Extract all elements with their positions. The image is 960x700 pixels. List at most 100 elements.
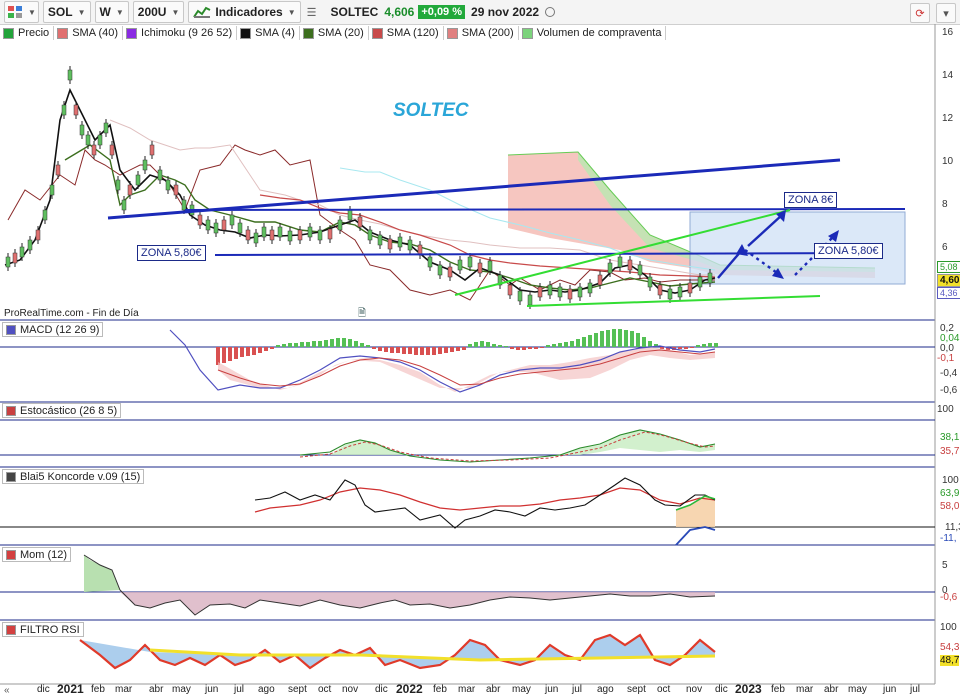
candle-body xyxy=(157,169,163,181)
time-axis-label: sept xyxy=(288,684,307,695)
macd-histogram-bar xyxy=(276,345,280,347)
candle-body xyxy=(197,214,203,226)
macd-histogram-bar xyxy=(564,342,568,347)
time-axis-label: dic xyxy=(715,684,728,695)
zone-label-left[interactable]: ZONA 5,80€ xyxy=(137,245,206,261)
candle-body xyxy=(627,259,633,271)
candle-body xyxy=(537,286,543,298)
macd-histogram-bar xyxy=(570,341,574,347)
macd-histogram-bar xyxy=(240,347,244,357)
time-axis-label: dic xyxy=(37,684,50,695)
price-chart[interactable] xyxy=(0,0,960,700)
horizontal-8-line[interactable] xyxy=(184,208,906,211)
macd-histogram-bar xyxy=(414,347,418,355)
candle-body xyxy=(205,219,211,231)
time-axis-label: abr xyxy=(149,684,164,695)
candle-body xyxy=(121,199,127,211)
candle-body xyxy=(79,124,85,136)
candle-body xyxy=(213,222,219,234)
candle-body xyxy=(667,288,673,300)
scroll-left-icon[interactable]: « xyxy=(4,685,10,696)
macd-histogram-bar xyxy=(552,344,556,347)
candle-body xyxy=(617,256,623,268)
candle-body xyxy=(307,226,313,238)
candle-body xyxy=(387,238,393,250)
candle-body xyxy=(5,256,11,268)
candle-body xyxy=(687,282,693,294)
candle-body xyxy=(707,272,713,284)
rsi-label[interactable]: FILTRO RSI xyxy=(2,622,84,637)
time-axis-label: mar xyxy=(796,684,814,695)
rsi-swatch xyxy=(6,624,16,635)
macd-histogram-bar xyxy=(708,343,712,347)
macd-histogram-bar xyxy=(258,347,262,353)
macd-histogram-bar xyxy=(546,345,550,347)
koncorde-tag-2: 11,3 xyxy=(945,522,960,533)
macd-histogram-bar xyxy=(636,333,640,347)
macd-histogram-bar xyxy=(420,347,424,355)
macd-histogram-bar xyxy=(600,331,604,347)
candle-body xyxy=(297,229,303,241)
macd-histogram-bar xyxy=(582,337,586,347)
macd-histogram-bar xyxy=(246,347,250,356)
macd-histogram-bar xyxy=(384,347,388,352)
candle-body xyxy=(103,122,109,134)
macd-histogram-bar xyxy=(264,347,268,351)
price-axis-tick: 14 xyxy=(942,70,954,81)
rsi-tag-0: 54,3 xyxy=(940,642,960,653)
time-axis-label: abr xyxy=(824,684,839,695)
time-axis-label: dic xyxy=(375,684,388,695)
time-axis-label: feb xyxy=(771,684,785,695)
macd-swatch xyxy=(6,324,16,335)
candle-body xyxy=(135,174,141,186)
candle-body xyxy=(407,239,413,251)
candle-body xyxy=(437,264,443,276)
candle-body xyxy=(697,276,703,288)
candle-body xyxy=(85,134,91,146)
time-axis-label: jun xyxy=(205,684,219,695)
document-icon[interactable]: 🗎 xyxy=(358,306,366,323)
mom-tick-0: 5 xyxy=(942,560,948,571)
candle-body xyxy=(67,69,73,81)
mom-label[interactable]: Mom (12) xyxy=(2,547,72,562)
candle-body xyxy=(397,236,403,248)
macd-histogram-bar xyxy=(444,347,448,353)
macd-histogram-bar xyxy=(702,344,706,347)
candle-body xyxy=(277,226,283,238)
mom-swatch xyxy=(6,549,16,560)
koncorde-tag-0: 63,9 xyxy=(940,488,960,499)
macd-histogram-bar xyxy=(222,347,226,363)
candle-body xyxy=(115,179,121,191)
koncorde-label[interactable]: Blai5 Koncorde v.09 (15) xyxy=(2,469,145,484)
candle-body xyxy=(173,184,179,196)
candle-body xyxy=(261,226,267,238)
macd-histogram-bar xyxy=(606,330,610,347)
candle-body xyxy=(181,199,187,211)
macd-histogram-bar xyxy=(372,347,376,349)
candle-body xyxy=(91,144,97,156)
candle-body xyxy=(657,284,663,296)
macd-histogram-bar xyxy=(486,342,490,347)
zone-label-top[interactable]: ZONA 8€ xyxy=(784,192,838,208)
macd-histogram-bar xyxy=(366,345,370,347)
zone-label-right[interactable]: ZONA 5,80€ xyxy=(814,243,883,259)
mom-fill-green xyxy=(84,555,120,592)
macd-label[interactable]: MACD (12 26 9) xyxy=(2,322,104,337)
price-axis-tick: 10 xyxy=(942,156,954,167)
stoch-swatch xyxy=(6,405,16,416)
candle-body xyxy=(597,274,603,286)
candle-body xyxy=(447,266,453,278)
candle-body xyxy=(517,290,523,302)
candle-body xyxy=(377,234,383,246)
stoch-label[interactable]: Estocástico (26 8 5) xyxy=(2,403,122,418)
time-axis-label: ago xyxy=(597,684,614,695)
candle-body xyxy=(27,239,33,251)
time-axis-label: mar xyxy=(458,684,476,695)
time-axis-label: may xyxy=(512,684,531,695)
macd-histogram-bar xyxy=(438,347,442,354)
macd-histogram-bar xyxy=(378,347,382,351)
macd-histogram-bar xyxy=(468,344,472,347)
macd-histogram-bar xyxy=(336,338,340,347)
macd-histogram-bar xyxy=(432,347,436,355)
macd-histogram-bar xyxy=(426,347,430,355)
